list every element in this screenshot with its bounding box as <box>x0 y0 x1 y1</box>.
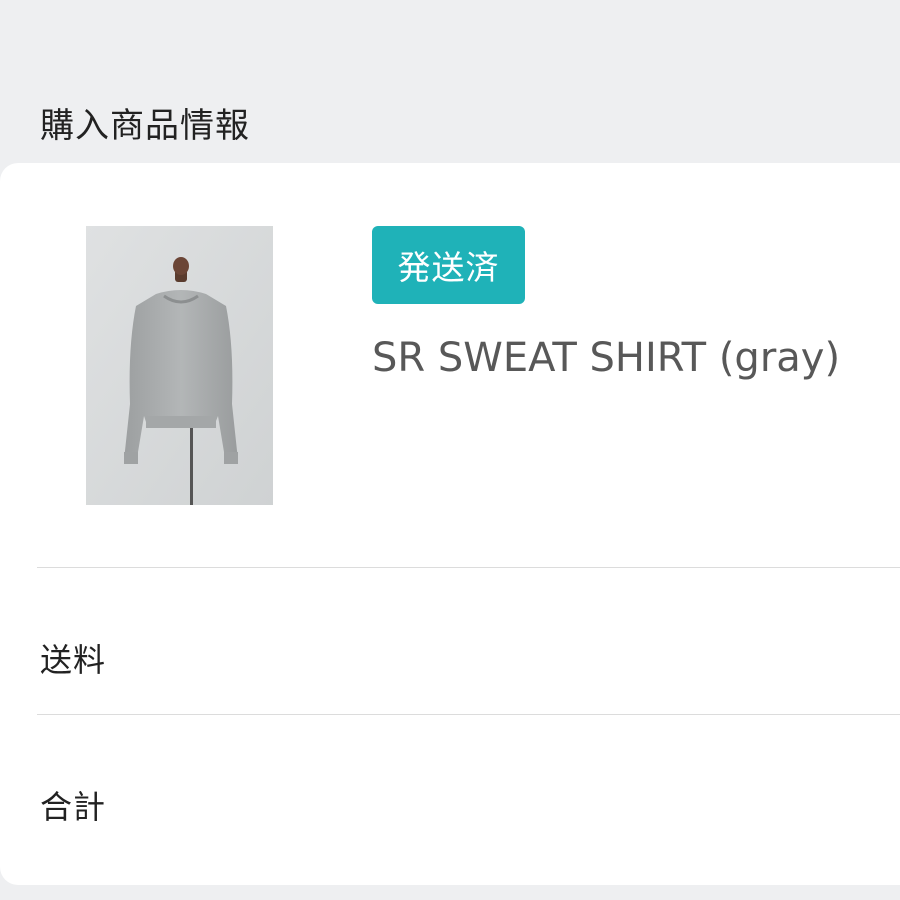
product-row[interactable]: 発送済 SR SWEAT SHIRT (gray) <box>0 163 900 567</box>
shipping-label: 送料 <box>40 641 107 679</box>
product-name[interactable]: SR SWEAT SHIRT (gray) <box>372 335 840 381</box>
purchase-info-page: 購入商品情報 発送済 SR SWEAT SHIRT (gray) 送料 合計 <box>0 0 900 900</box>
product-image[interactable] <box>86 226 273 505</box>
status-badge: 発送済 <box>372 226 525 304</box>
divider <box>37 714 900 715</box>
purchase-card: 発送済 SR SWEAT SHIRT (gray) 送料 合計 <box>0 163 900 885</box>
total-label: 合計 <box>40 788 107 826</box>
section-title: 購入商品情報 <box>40 106 250 146</box>
divider <box>37 567 900 568</box>
sweatshirt-image-icon <box>86 226 273 505</box>
